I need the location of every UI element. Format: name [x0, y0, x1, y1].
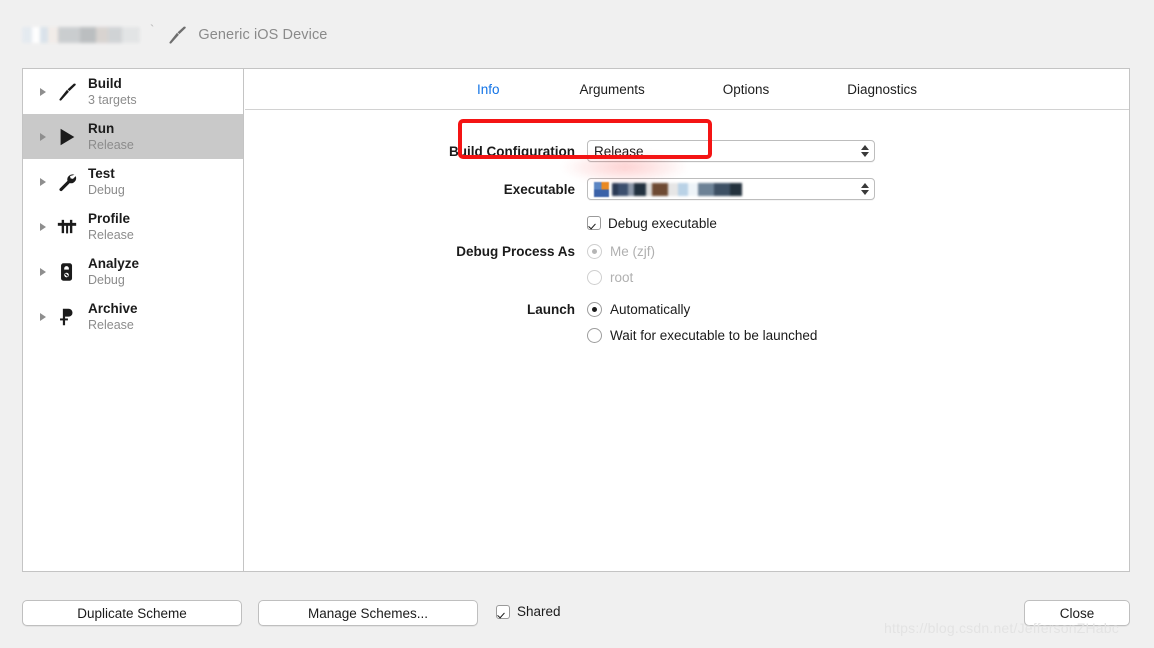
sidebar-item-title: Profile: [88, 211, 131, 227]
launch-option-wait[interactable]: Wait for executable to be launched: [587, 323, 817, 348]
shared-checkbox[interactable]: Shared: [496, 604, 561, 619]
toolbar: ` Generic iOS Device: [0, 0, 1154, 68]
launch-automatically-label: Automatically: [610, 301, 691, 317]
debug-process-as-option-me[interactable]: Me (zjf): [587, 239, 655, 264]
wrench-icon: [54, 169, 80, 195]
tab-arguments[interactable]: Arguments: [561, 82, 662, 97]
executable-label: Executable: [503, 181, 575, 197]
debug-process-as-option-root[interactable]: root: [587, 265, 633, 290]
launch-option-automatically[interactable]: Automatically: [587, 297, 690, 322]
debug-process-as-root-row: root: [245, 264, 1129, 290]
sidebar-item-subtitle: Release: [88, 137, 134, 152]
archive-icon: [54, 304, 80, 330]
tab-bar: Info Arguments Options Diagnostics: [245, 69, 1129, 110]
sidebar-item-analyze[interactable]: Analyze Debug: [23, 249, 243, 294]
checkbox-box[interactable]: [496, 604, 510, 619]
sidebar-item-test[interactable]: Test Debug: [23, 159, 243, 204]
sidebar-item-subtitle: Release: [88, 227, 134, 242]
debug-executable-row: Debug executable: [245, 208, 1129, 238]
executable-select[interactable]: [587, 178, 875, 200]
scheme-editor-window: ` Generic iOS Device Build 3 targets Run…: [0, 0, 1154, 648]
executable-value-redacted: [612, 182, 757, 196]
build-configuration-value: Release: [594, 143, 644, 159]
check-icon: [498, 607, 508, 617]
build-configuration-select[interactable]: Release: [587, 140, 875, 162]
disclosure-triangle-icon[interactable]: [37, 176, 48, 187]
hammer-icon: [54, 79, 80, 105]
disclosure-triangle-icon[interactable]: [37, 311, 48, 322]
sidebar-item-run[interactable]: Run Release: [23, 114, 243, 159]
radio-button[interactable]: [587, 327, 602, 343]
close-button[interactable]: Close: [1024, 600, 1130, 626]
launch-label: Launch: [526, 301, 575, 317]
launch-row: Launch Automatically: [245, 296, 1129, 322]
play-icon: [54, 124, 80, 150]
radio-button[interactable]: [587, 243, 602, 259]
hammer-icon: [166, 24, 188, 46]
disclosure-triangle-icon[interactable]: [37, 131, 48, 142]
sidebar-item-title: Test: [88, 166, 115, 182]
sidebar-item-subtitle: Release: [88, 317, 134, 332]
disclosure-triangle-icon[interactable]: [37, 221, 48, 232]
main-panel: Build 3 targets Run Release Test Debug P…: [22, 68, 1130, 572]
radio-button[interactable]: [587, 301, 602, 317]
build-configuration-row: Build Configuration Release: [245, 132, 1129, 170]
microscope-icon: [54, 259, 80, 285]
debug-executable-checkbox[interactable]: Debug executable: [587, 216, 717, 231]
debug-process-as-me-label: Me (zjf): [610, 243, 655, 259]
shared-label: Shared: [517, 604, 561, 619]
sidebar-item-title: Run: [88, 121, 115, 137]
sidebar-item-archive[interactable]: Archive Release: [23, 294, 243, 339]
sidebar-item-subtitle: Debug: [88, 182, 125, 197]
checkbox-box[interactable]: [587, 216, 601, 230]
debug-executable-label: Debug executable: [608, 215, 717, 231]
speedometer-icon: [54, 214, 80, 240]
app-icon: [594, 181, 609, 197]
executable-row: Executable: [245, 170, 1129, 208]
disclosure-triangle-icon[interactable]: [37, 86, 48, 97]
scheme-name-redacted[interactable]: [22, 27, 140, 43]
launch-wait-row: Wait for executable to be launched: [245, 322, 1129, 348]
chevron-updown-icon: [861, 145, 869, 157]
executable-field: [587, 178, 875, 200]
device-label[interactable]: Generic iOS Device: [198, 27, 327, 43]
check-icon: [589, 218, 599, 228]
tab-options[interactable]: Options: [705, 82, 788, 97]
debug-process-as-label: Debug Process As: [456, 243, 575, 259]
footer-bar: Duplicate Scheme Manage Schemes... Share…: [0, 588, 1154, 648]
build-configuration-label: Build Configuration: [449, 143, 575, 159]
debug-process-as-row: Debug Process As Me (zjf): [245, 238, 1129, 264]
sidebar-item-build[interactable]: Build 3 targets: [23, 69, 243, 114]
sidebar-item-profile[interactable]: Profile Release: [23, 204, 243, 249]
tab-info[interactable]: Info: [459, 82, 518, 97]
sidebar-item-subtitle: Debug: [88, 272, 125, 287]
radio-button[interactable]: [587, 269, 602, 285]
build-configuration-field: Release: [587, 140, 875, 162]
info-form: Build Configuration Release Executable D…: [245, 110, 1129, 348]
sidebar-item-title: Analyze: [88, 256, 140, 272]
disclosure-triangle-icon[interactable]: [37, 266, 48, 277]
sidebar-item-subtitle: 3 targets: [88, 92, 137, 107]
sidebar-item-title: Build: [88, 76, 122, 92]
tab-diagnostics[interactable]: Diagnostics: [829, 82, 935, 97]
duplicate-scheme-button[interactable]: Duplicate Scheme: [22, 600, 242, 626]
sidebar-item-title: Archive: [88, 301, 138, 317]
separator-glyph: `: [150, 21, 155, 37]
chevron-updown-icon: [861, 183, 869, 195]
debug-process-as-root-label: root: [610, 269, 634, 285]
manage-schemes-button[interactable]: Manage Schemes...: [258, 600, 478, 626]
scheme-actions-sidebar: Build 3 targets Run Release Test Debug P…: [23, 69, 244, 571]
content-area: Info Arguments Options Diagnostics Build…: [245, 69, 1129, 571]
launch-wait-label: Wait for executable to be launched: [610, 327, 818, 343]
